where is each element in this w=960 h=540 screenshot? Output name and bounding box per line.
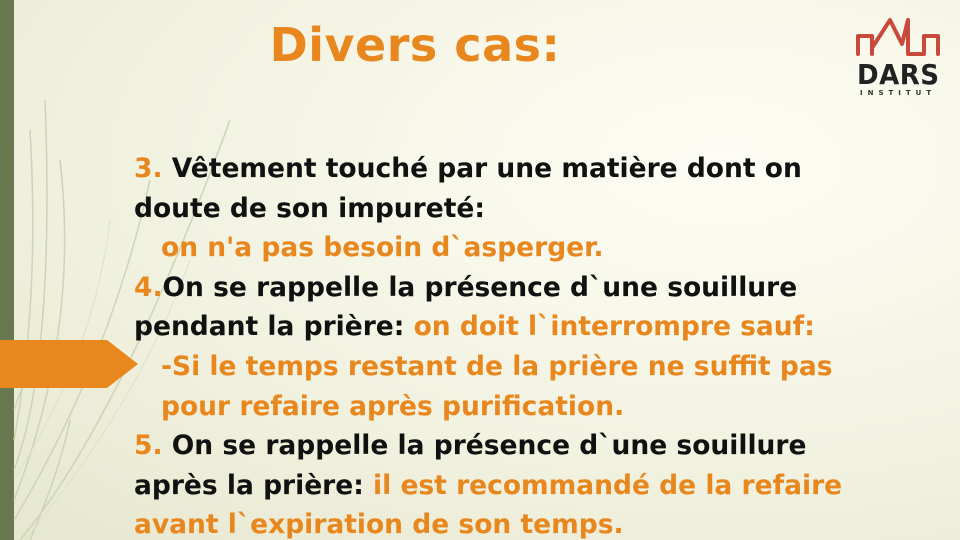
logo-name: DARS — [857, 58, 940, 91]
item-3-text: Vêtement touché par une matière dont on — [162, 153, 802, 184]
item-5-text-3: avant l`expiration de son temps. — [134, 509, 624, 540]
item-4-line-1: 4.On se rappelle la présence d`une souil… — [134, 268, 914, 308]
item-4-number: 4. — [134, 271, 163, 303]
item-3-line-2: doute de son impureté: — [134, 189, 914, 229]
item-4-line-2: pendant la prière: on doit l`interrompre… — [134, 307, 914, 347]
item-4-text-2: pendant la prière: — [134, 311, 414, 343]
item-4-sub-2: pour refaire après purification. — [161, 390, 625, 422]
slide-title: Divers cas: — [269, 18, 561, 72]
slide-content: 3. Vêtement touché par une matière dont … — [134, 149, 914, 540]
item-5-text: On se rappelle la présence d`une souillu… — [162, 430, 807, 462]
item-3-line-1: 3. Vêtement touché par une matière dont … — [134, 149, 914, 189]
item-4-sub-1: -Si le temps restant de la prière ne suf… — [161, 350, 833, 382]
item-3-answer: on n'a pas besoin d`asperger. — [161, 232, 604, 264]
logo-subtitle: INSTITUT — [860, 89, 937, 97]
item-5-text-2: après la prière: — [134, 469, 374, 501]
item-5-line-1: 5. On se rappelle la présence d`une soui… — [134, 426, 914, 466]
slide: Divers cas: DARS INSTITUT 3. Vêtement to… — [0, 0, 960, 540]
item-3-text-2: doute de son impureté: — [134, 192, 485, 224]
orange-arrow-shape — [0, 340, 138, 388]
item-5-line-2: après la prière: il est recommandé de la… — [134, 466, 914, 506]
item-5-text-2-highlight: il est recommandé de la refaire — [373, 469, 843, 501]
logo-icon — [856, 18, 940, 56]
item-4-text-2-highlight: on doit l`interrompre sauf: — [413, 311, 815, 343]
item-5-number: 5. — [134, 430, 163, 462]
item-3-number: 3. — [134, 153, 163, 184]
item-4-text: On se rappelle la présence d`une souillu… — [162, 271, 798, 303]
